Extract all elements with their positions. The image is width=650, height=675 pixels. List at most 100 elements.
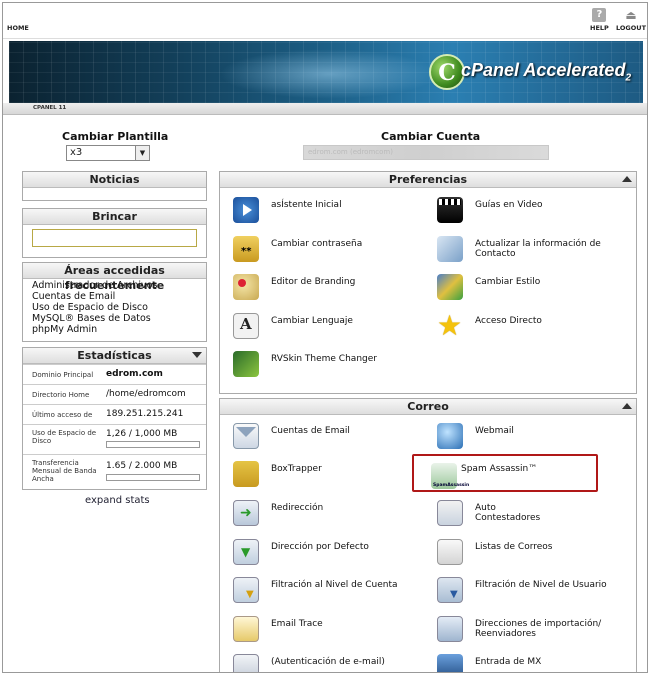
mail-item-webmail[interactable]: Webmail <box>437 423 627 453</box>
stats-title: Estadísticas <box>23 348 206 364</box>
pref-item-change-style[interactable]: Cambiar Estilo <box>437 274 627 304</box>
mail-item-autoresponders[interactable]: Auto Contestadores <box>437 500 627 530</box>
pref-item-change-password[interactable]: Cambiar contraseña <box>233 236 423 266</box>
expand-stats-link[interactable]: expand stats <box>85 495 150 506</box>
mail-title: Correo <box>220 399 636 415</box>
theme-select-value: x3 <box>70 147 83 158</box>
help-label: HELP <box>590 24 609 32</box>
help-link[interactable]: ? HELP <box>590 8 609 32</box>
stat-row: Último acceso de 189.251.215.241 <box>23 404 206 424</box>
forward-icon <box>233 500 259 526</box>
email-trace-icon <box>233 616 259 642</box>
frequent-areas-title: Áreas accedidas frecuentemente <box>23 263 206 292</box>
news-box: Noticias <box>22 171 207 201</box>
stat-key: Transferencia Mensual de Banda Ancha <box>32 459 97 483</box>
top-toolbar: HOME ? HELP ⏏ LOGOUT <box>3 3 647 39</box>
logout-icon: ⏏ <box>625 8 637 22</box>
home-icon <box>11 8 25 22</box>
collapse-icon[interactable] <box>622 176 632 182</box>
home-link[interactable]: HOME <box>7 8 29 32</box>
account-filter-icon <box>233 577 259 603</box>
stat-key: Dominio Principal <box>32 371 94 379</box>
tab-cpanel-11[interactable]: CPANEL 11 <box>33 105 66 111</box>
pref-item-change-language[interactable]: Cambiar Lenguaje <box>233 313 423 343</box>
pref-item-rvskin[interactable]: RVSkin Theme Changer <box>233 351 423 381</box>
header-banner: C cPanel Accelerated2 <box>9 41 643 103</box>
contact-update-icon <box>437 236 463 262</box>
lock-password-icon <box>233 236 259 262</box>
frequent-item-file-manager[interactable]: Administrador de Archivos <box>32 280 157 291</box>
pref-item-branding-editor[interactable]: Editor de Branding <box>233 274 423 304</box>
rvskin-icon <box>233 351 259 377</box>
mail-item-email-accounts[interactable]: Cuentas de Email <box>233 423 423 453</box>
account-select-value: edrom.com (edromcom) <box>308 148 393 156</box>
frequent-item-email-accounts[interactable]: Cuentas de Email <box>32 291 157 302</box>
style-icon <box>437 274 463 300</box>
news-title: Noticias <box>23 172 206 188</box>
video-play-icon <box>233 197 259 223</box>
account-select[interactable]: edrom.com (edromcom) <box>303 145 549 160</box>
mail-item-user-filtering[interactable]: Filtración de Nivel de Usuario <box>437 577 627 607</box>
envelope-icon <box>233 423 259 449</box>
mail-item-mailing-lists[interactable]: Listas de Correos <box>437 539 627 569</box>
stat-value: edrom.com <box>106 369 163 379</box>
cpanel-logo: C cPanel Accelerated2 <box>428 49 631 95</box>
home-label: HOME <box>7 24 29 32</box>
theme-select[interactable]: x3 ▼ <box>66 145 150 161</box>
mail-item-default-address[interactable]: Dirección por Defecto <box>233 539 423 569</box>
pref-item-setup-wizard[interactable]: asÍstente Inicial <box>233 197 423 227</box>
world-map-decoration <box>219 49 439 99</box>
import-icon <box>437 616 463 642</box>
stat-row: Uso de Espacio de Disco 1,26 / 1,000 MB <box>23 424 206 454</box>
cpanel-logo-text: cPanel Accelerated2 <box>460 60 631 84</box>
palette-icon <box>233 274 259 300</box>
email-auth-icon <box>233 654 259 672</box>
logout-label: LOGOUT <box>616 24 647 32</box>
stat-value: /home/edromcom <box>106 389 186 399</box>
bandwidth-usage-bar <box>106 474 200 481</box>
mail-item-mx-entry[interactable]: Entrada de MX <box>437 654 627 672</box>
frequent-areas-list: Administrador de Archivos Cuentas de Ema… <box>32 280 157 335</box>
globe-mail-icon <box>437 423 463 449</box>
stat-key: Directorio Home <box>32 391 90 399</box>
frequent-item-phpmyadmin[interactable]: phpMy Admin <box>32 324 157 335</box>
jump-title: Brincar <box>23 209 206 225</box>
mail-item-email-trace[interactable]: Email Trace <box>233 616 423 646</box>
film-clapper-icon <box>437 197 463 223</box>
preferences-title: Preferencias <box>220 172 636 188</box>
pref-item-update-contact[interactable]: Actualizar la información de Contacto <box>437 236 627 266</box>
stat-key: Uso de Espacio de Disco <box>32 429 97 445</box>
chevron-down-icon: ▼ <box>135 146 149 160</box>
mail-item-boxtrapper[interactable]: BoxTrapper <box>233 461 423 491</box>
mailing-lists-icon <box>437 539 463 565</box>
stat-value: 1.65 / 2.000 MB <box>106 461 178 471</box>
mail-item-import[interactable]: Direcciones de importación/ Reenviadores <box>437 616 627 646</box>
stat-value: 189.251.215.241 <box>106 409 184 419</box>
collapse-icon[interactable] <box>622 403 632 409</box>
collapse-icon[interactable] <box>192 352 202 358</box>
jump-input[interactable] <box>32 229 197 247</box>
mail-item-forwarders[interactable]: Redirección <box>233 500 423 530</box>
stat-row: Transferencia Mensual de Banda Ancha 1.6… <box>23 454 206 490</box>
logout-link[interactable]: ⏏ LOGOUT <box>616 8 646 32</box>
jump-box: Brincar <box>22 208 207 258</box>
language-icon <box>233 313 259 339</box>
star-icon <box>437 309 463 342</box>
stat-row: Dominio Principal edrom.com <box>23 364 206 384</box>
pref-item-video-tutorials[interactable]: Guías en Video <box>437 197 627 227</box>
mx-entry-icon <box>437 654 463 672</box>
frequent-item-mysql[interactable]: MySQL® Bases de Datos <box>32 313 157 324</box>
mail-item-email-auth[interactable]: (Autenticación de e-mail) <box>233 654 423 672</box>
user-filter-icon <box>437 577 463 603</box>
pref-item-shortcuts[interactable]: Acceso Directo <box>437 309 627 343</box>
tab-strip: CPANEL 11 <box>3 103 647 115</box>
mail-item-account-filtering[interactable]: Filtración al Nivel de Cuenta <box>233 577 423 607</box>
cpanel-window: HOME ? HELP ⏏ LOGOUT C cPanel Accelerate… <box>2 2 648 673</box>
boxtrapper-icon <box>233 461 259 487</box>
frequent-areas-box: Áreas accedidas frecuentemente Administr… <box>22 262 207 342</box>
spamassassin-highlight <box>412 454 598 492</box>
frequent-item-disk-usage[interactable]: Uso de Espacio de Disco <box>32 302 157 313</box>
stats-box: Estadísticas Dominio Principal edrom.com… <box>22 347 207 490</box>
cpanel-logo-icon: C <box>428 54 465 90</box>
default-address-icon <box>233 539 259 565</box>
